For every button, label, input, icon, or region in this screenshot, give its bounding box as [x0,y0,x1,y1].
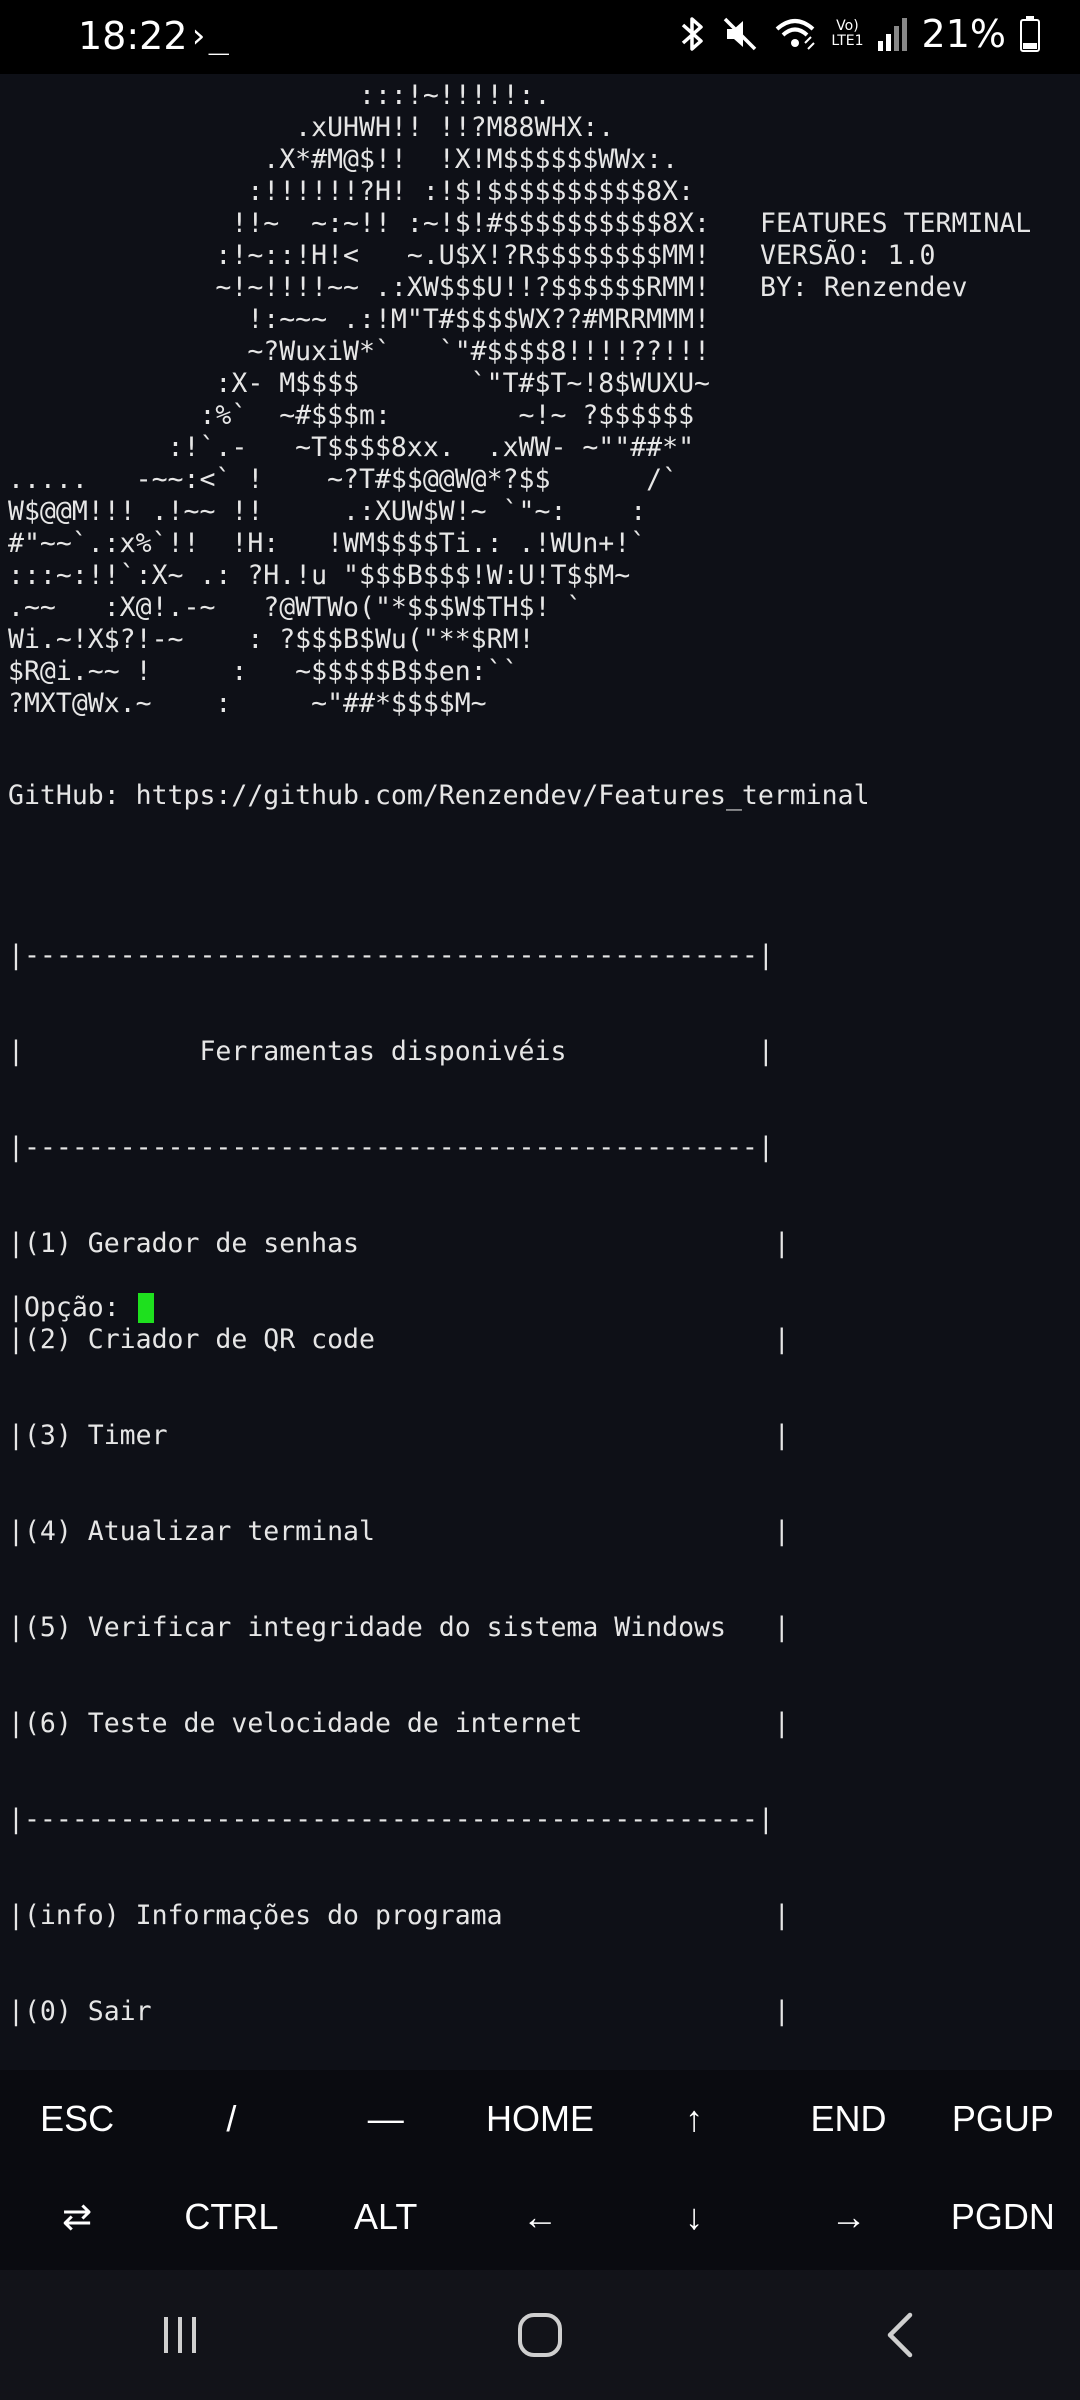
menu-item-qr-code: |(2) Criador de QR code | [8,1324,790,1355]
key-tab[interactable]: ⇄ [0,2196,154,2238]
extra-keys-row-2: ⇄ CTRL ALT ← ↓ → PGDN [0,2168,1080,2266]
mute-icon [721,15,759,53]
key-right-arrow[interactable]: → [771,2196,925,2238]
extra-keys-row-1: ESC / — HOME ↑ END PGUP [0,2070,1080,2168]
terminal-notification-icon: ›_ [188,16,229,56]
key-pgup[interactable]: PGUP [926,2098,1080,2140]
option-prompt[interactable]: |Opção: [8,1292,154,1324]
home-icon[interactable] [440,2285,640,2385]
status-bar: 18:22 ›_ Vo) LTE1 21% [0,0,1080,74]
signal-icon [877,17,908,51]
prompt-label: |Opção: [8,1292,136,1323]
navigation-bar [0,2270,1080,2400]
key-slash[interactable]: / [154,2098,308,2140]
menu-item-exit: |(0) Sair | [8,1996,790,2027]
key-down-arrow[interactable]: ↓ [617,2196,771,2238]
features-info: FEATURES TERMINAL VERSÃO: 1.0 BY: Renzen… [760,208,1032,303]
back-icon[interactable] [800,2285,1000,2385]
menu-item-update-terminal: |(4) Atualizar terminal | [8,1516,790,1547]
key-home[interactable]: HOME [463,2098,617,2140]
key-alt[interactable]: ALT [309,2196,463,2238]
wifi-icon [773,15,817,53]
signal-label: Vo) LTE1 [831,18,864,49]
key-left-arrow[interactable]: ← [463,2196,617,2238]
battery-percent: 21% [921,12,1006,56]
menu-item-windows-integrity: |(5) Verificar integridade do sistema Wi… [8,1612,790,1643]
menu-separator: |---------------------------------------… [8,1132,774,1163]
ascii-art-logo: :::!~!!!!!:. .xUHWH!! !!?M88WHX:. .X*#M@… [8,80,710,719]
terminal-cursor [137,1293,154,1323]
terminal-screen[interactable]: :::!~!!!!!:. .xUHWH!! !!?M88WHX:. .X*#M@… [0,74,1080,2070]
menu-item-info: |(info) Informações do programa | [8,1900,790,1931]
menu-item-timer: |(3) Timer | [8,1420,790,1451]
menu-item-speed-test: |(6) Teste de velocidade de internet | [8,1708,790,1739]
recent-apps-icon[interactable] [80,2285,280,2385]
menu-separator: |---------------------------------------… [8,1804,774,1835]
menu-title: | Ferramentas disponivéis | [8,1036,774,1067]
menu-item-password-generator: |(1) Gerador de senhas | [8,1228,790,1259]
tools-menu: |---------------------------------------… [8,876,790,2070]
key-up-arrow[interactable]: ↑ [617,2098,771,2140]
key-ctrl[interactable]: CTRL [154,2196,308,2238]
key-pgdn[interactable]: PGDN [926,2196,1080,2238]
key-end[interactable]: END [771,2098,925,2140]
key-esc[interactable]: ESC [0,2098,154,2140]
status-time: 18:22 [78,14,188,58]
bluetooth-icon [679,15,707,53]
status-icons: Vo) LTE1 21% [679,12,1040,56]
battery-icon [1020,16,1040,52]
menu-separator: |---------------------------------------… [8,940,774,971]
key-dash[interactable]: — [309,2098,463,2140]
github-link: GitHub: https://github.com/Renzendev/Fea… [8,780,870,811]
extra-keys-bar: ESC / — HOME ↑ END PGUP ⇄ CTRL ALT ← ↓ →… [0,2070,1080,2270]
